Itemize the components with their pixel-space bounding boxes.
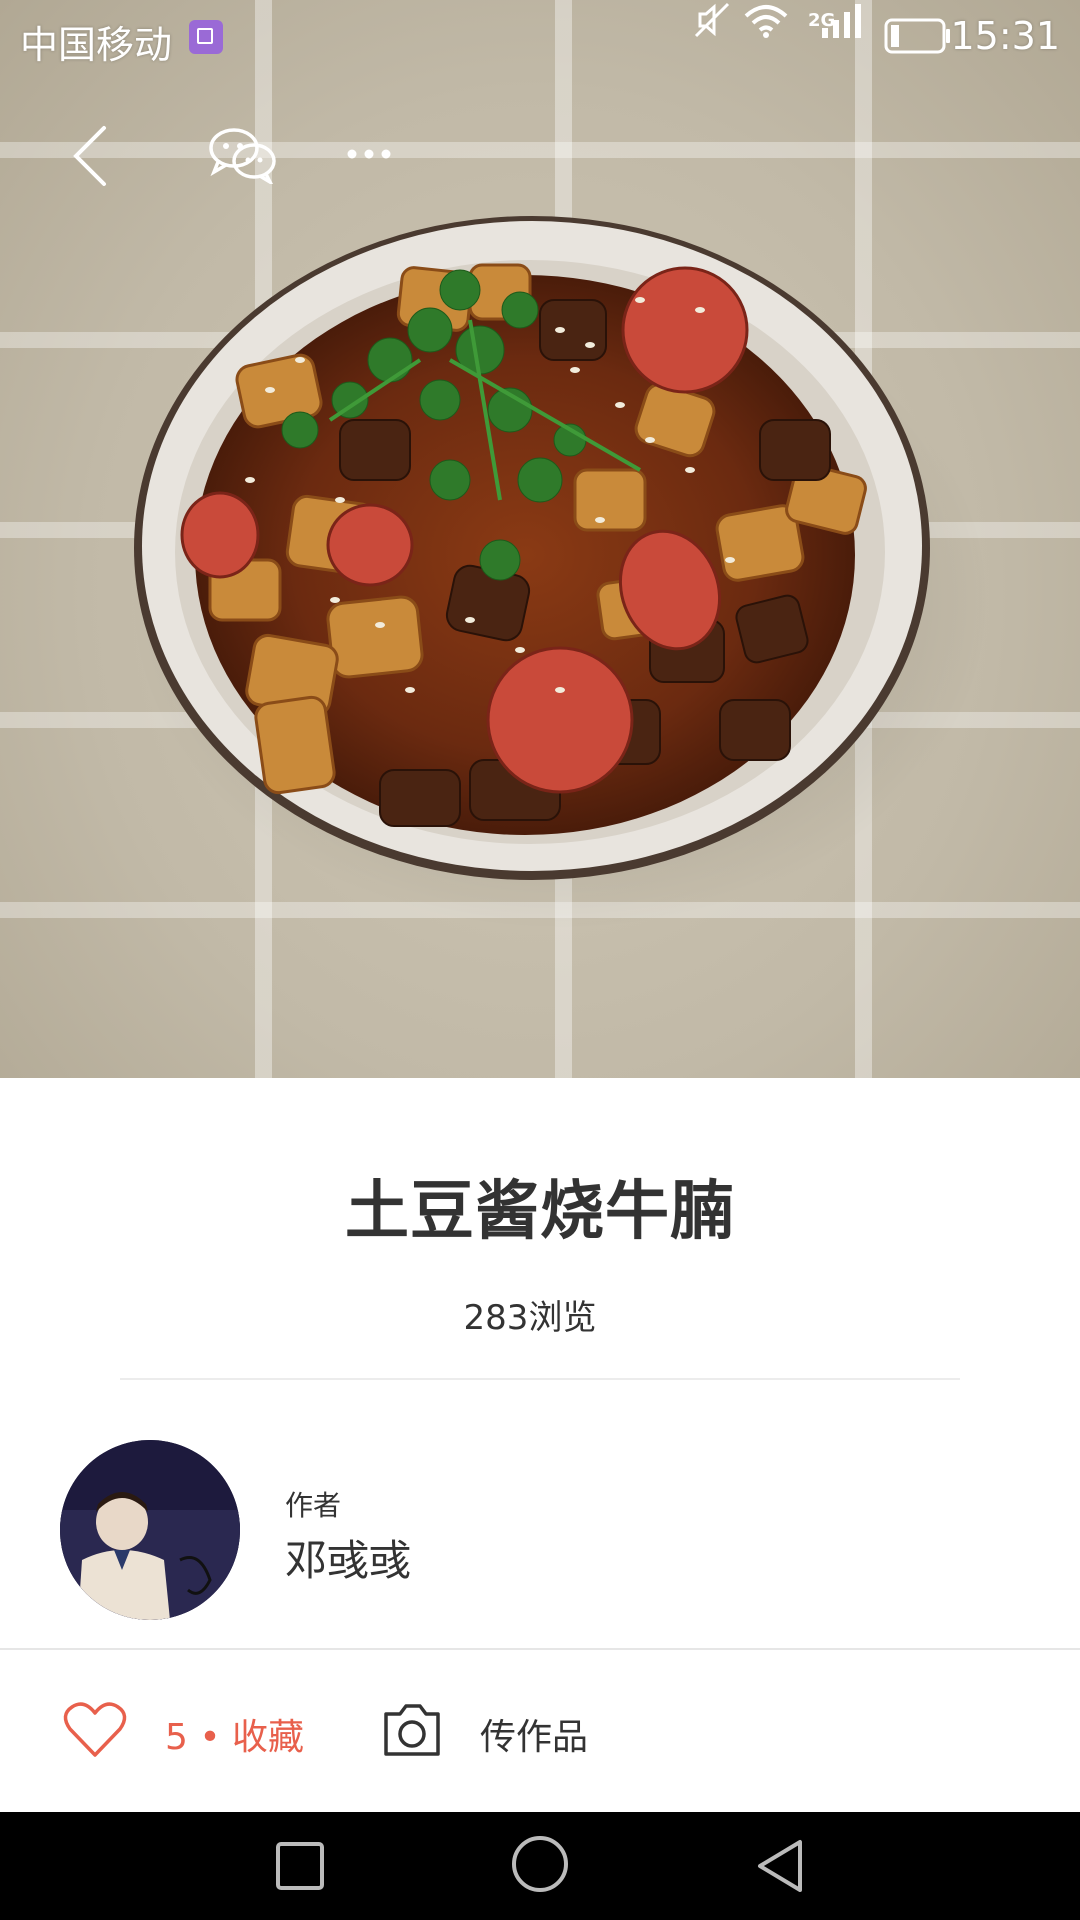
gallery-notification-icon	[189, 20, 223, 54]
clock: 15:31	[950, 14, 1060, 58]
more-icon[interactable]	[346, 146, 392, 162]
favorite-button[interactable]: 5 • 收藏	[165, 1708, 304, 1760]
carrier-name: 中国移动	[20, 23, 173, 67]
action-bar-divider	[0, 1648, 1080, 1650]
author-avatar[interactable]	[60, 1440, 240, 1620]
view-count: 283浏览	[463, 1298, 597, 1338]
home-icon[interactable]	[510, 1834, 570, 1894]
food-dish-illustration	[130, 216, 990, 930]
upload-work-button[interactable]: 传作品	[480, 1708, 588, 1760]
avatar-photo	[60, 1440, 240, 1620]
back-nav-icon[interactable]	[754, 1836, 806, 1896]
signal-icon	[822, 4, 861, 38]
recents-icon[interactable]	[274, 1836, 326, 1896]
recipe-photo: 中国移动 2G 15:31	[0, 0, 1080, 1078]
recipe-title: 土豆酱烧牛腩	[345, 1175, 735, 1249]
camera-icon[interactable]	[380, 1695, 444, 1765]
favorite-heart-icon[interactable]	[62, 1695, 128, 1765]
back-icon[interactable]	[68, 124, 112, 188]
wifi-icon	[744, 5, 788, 38]
status-bar: 中国移动 2G 15:31	[0, 0, 1080, 74]
mute-icon	[694, 2, 730, 38]
author-label: 作者	[285, 1489, 342, 1522]
system-nav-bar	[0, 1812, 1080, 1920]
author-name[interactable]: 邓彧彧	[285, 1527, 411, 1588]
divider	[120, 1378, 960, 1380]
battery-icon	[884, 18, 950, 54]
wechat-share-icon[interactable]	[208, 126, 278, 184]
